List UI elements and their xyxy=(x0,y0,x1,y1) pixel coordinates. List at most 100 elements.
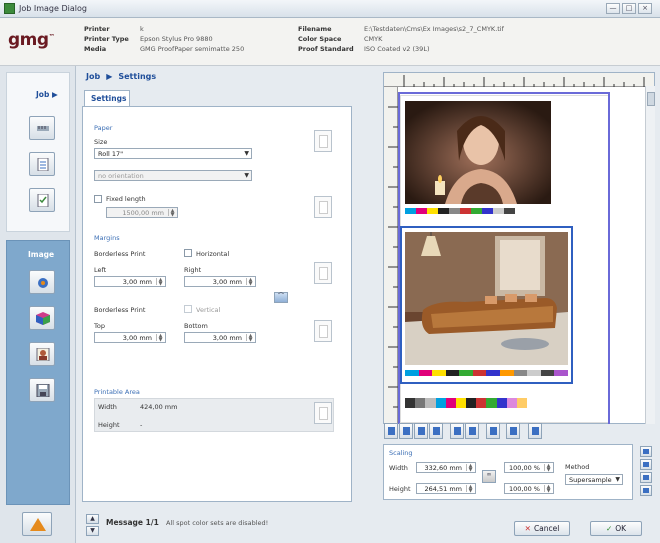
spinner-arrows-icon[interactable]: ▲ ▼ xyxy=(246,278,254,287)
fixed-length-value: 1500,00 mm xyxy=(122,209,164,217)
breadcrumb-job[interactable]: Job xyxy=(86,72,100,81)
vertical-ruler xyxy=(384,87,398,423)
app-icon xyxy=(4,3,15,14)
window-title: Job Image Dialog xyxy=(19,4,87,13)
arrow-right-icon xyxy=(643,449,649,454)
preview-image-portrait[interactable] xyxy=(405,101,551,204)
align-down-button[interactable] xyxy=(640,485,652,496)
left-margin-label: Left xyxy=(94,266,107,274)
job-header: gmg™ Printer Printer Type Media k Epson … xyxy=(0,18,660,66)
printable-area-thumbnail xyxy=(314,402,332,424)
layout-grid-icon xyxy=(454,427,461,435)
horizontal-checkbox[interactable] xyxy=(184,249,192,257)
image-preview-tool-button[interactable] xyxy=(29,342,55,366)
fixed-length-input[interactable]: 1500,00 mm ▲ ▼ xyxy=(106,207,178,218)
spinner-arrows-icon[interactable]: ▲ ▼ xyxy=(544,485,552,494)
spinner-arrows-icon[interactable]: ▲ ▼ xyxy=(246,334,254,343)
filename-label: Filename xyxy=(298,25,332,33)
color-space-value: CMYK xyxy=(364,35,383,43)
scaling-width-percent-value: 100,00 % xyxy=(509,464,540,472)
printable-width-value: 424,00 mm xyxy=(140,403,178,411)
close-button[interactable]: × xyxy=(638,3,652,14)
color-space-label: Color Space xyxy=(298,35,342,43)
scrollbar-thumb[interactable] xyxy=(647,92,655,106)
rotate-button[interactable] xyxy=(486,423,500,439)
fixed-length-checkbox[interactable] xyxy=(94,195,102,203)
warning-button[interactable] xyxy=(22,512,52,536)
scaling-height-input[interactable]: 264,51 mm ▲ ▼ xyxy=(416,483,476,494)
minus-icon xyxy=(418,427,425,435)
spinner-arrows-icon[interactable]: ▲ ▼ xyxy=(156,334,164,343)
ok-label: OK xyxy=(615,524,627,533)
spinner-arrows-icon[interactable]: ▲ ▼ xyxy=(466,464,474,473)
arrange-button[interactable] xyxy=(465,423,479,439)
page-preview-icon xyxy=(319,201,328,214)
spinner-arrows-icon[interactable]: ▲ ▼ xyxy=(168,209,176,218)
align-up-button[interactable] xyxy=(640,472,652,483)
image-color-tool-button[interactable] xyxy=(29,270,55,294)
method-select[interactable]: Supersample ▼ xyxy=(565,474,623,485)
printable-height-value: - xyxy=(140,421,143,429)
horizontal-ruler xyxy=(384,73,654,87)
right-margin-input[interactable]: 3,00 mm ▲ ▼ xyxy=(184,276,256,287)
spinner-arrows-icon[interactable]: ▲ ▼ xyxy=(466,485,474,494)
vertical-checkbox[interactable] xyxy=(184,305,192,313)
color-control-strip-2 xyxy=(405,370,568,376)
link-proportions-button[interactable]: ∞ xyxy=(482,470,496,483)
top-margin-label: Top xyxy=(94,322,105,330)
image-section-title: Image xyxy=(28,250,55,259)
fit-width-button[interactable] xyxy=(384,423,398,439)
image-colorspace-tool-button[interactable] xyxy=(29,306,55,330)
paper-size-select[interactable]: Roll 17" ▼ xyxy=(94,148,252,159)
job-checklist-tool-button[interactable] xyxy=(29,188,55,212)
ruler-ticks xyxy=(403,75,645,87)
spinner-arrows-icon[interactable]: ▲ ▼ xyxy=(156,278,164,287)
cancel-button[interactable]: ✕ Cancel xyxy=(514,521,570,536)
chevron-down-icon: ▼ xyxy=(615,476,620,483)
image-save-tool-button[interactable] xyxy=(29,378,55,402)
preview-image-sofa[interactable] xyxy=(405,232,568,365)
top-margin-input[interactable]: 3,00 mm ▲ ▼ xyxy=(94,332,166,343)
job-document-tool-button[interactable] xyxy=(29,152,55,176)
fit-width-icon xyxy=(388,427,395,435)
media-label: Media xyxy=(84,45,107,53)
page-button[interactable] xyxy=(640,459,652,470)
preview-vertical-scrollbar[interactable] xyxy=(645,86,655,424)
header-values-left: k Epson Stylus Pro 9880 GMG ProofPaper s… xyxy=(140,24,244,54)
zoom-fit-button[interactable] xyxy=(506,423,520,439)
move-image-button[interactable] xyxy=(429,423,443,439)
header-labels-right: Filename Color Space Proof Standard xyxy=(298,24,354,54)
add-image-button[interactable] xyxy=(399,423,413,439)
save-disk-icon xyxy=(36,384,50,397)
orientation-select[interactable]: no orientation ▼ xyxy=(94,170,252,181)
previous-message-button[interactable]: ▲ xyxy=(86,514,99,524)
minimize-button[interactable]: — xyxy=(606,3,620,14)
breadcrumb-arrow-icon: ▶ xyxy=(106,72,113,81)
borderless-print-label-2: Borderless Print xyxy=(94,306,146,314)
printer-type-value: Epson Stylus Pro 9880 xyxy=(140,35,213,43)
bottom-margin-input[interactable]: 3,00 mm ▲ ▼ xyxy=(184,332,256,343)
layout-button[interactable] xyxy=(450,423,464,439)
maximize-button[interactable]: □ xyxy=(622,3,636,14)
zoom-button[interactable] xyxy=(528,423,542,439)
scaling-width-input[interactable]: 332,60 mm ▲ ▼ xyxy=(416,462,476,473)
ok-button[interactable]: ✓ OK xyxy=(590,521,642,536)
rotate-icon xyxy=(490,427,497,435)
ruler-settings-icon xyxy=(37,126,49,131)
link-margins-button[interactable]: ⌒ xyxy=(274,292,288,303)
left-margin-input[interactable]: 3,00 mm ▲ ▼ xyxy=(94,276,166,287)
method-label: Method xyxy=(565,463,590,471)
scaling-section-title: Scaling xyxy=(389,449,413,457)
scaling-height-percent-input[interactable]: 100,00 % ▲ ▼ xyxy=(504,483,554,494)
proof-standard-value: ISO Coated v2 (39L) xyxy=(364,45,430,53)
top-margin-value: 3,00 mm xyxy=(122,334,152,342)
next-image-button[interactable] xyxy=(640,446,652,457)
next-message-button[interactable]: ▼ xyxy=(86,526,99,536)
color-control-strip xyxy=(405,208,515,214)
job-settings-tool-button[interactable] xyxy=(29,116,55,140)
scaling-width-percent-input[interactable]: 100,00 % ▲ ▼ xyxy=(504,462,554,473)
spinner-arrows-icon[interactable]: ▲ ▼ xyxy=(544,464,552,473)
borderless-print-label: Borderless Print xyxy=(94,250,146,258)
tab-settings[interactable]: Settings xyxy=(84,90,130,106)
remove-image-button[interactable] xyxy=(414,423,428,439)
